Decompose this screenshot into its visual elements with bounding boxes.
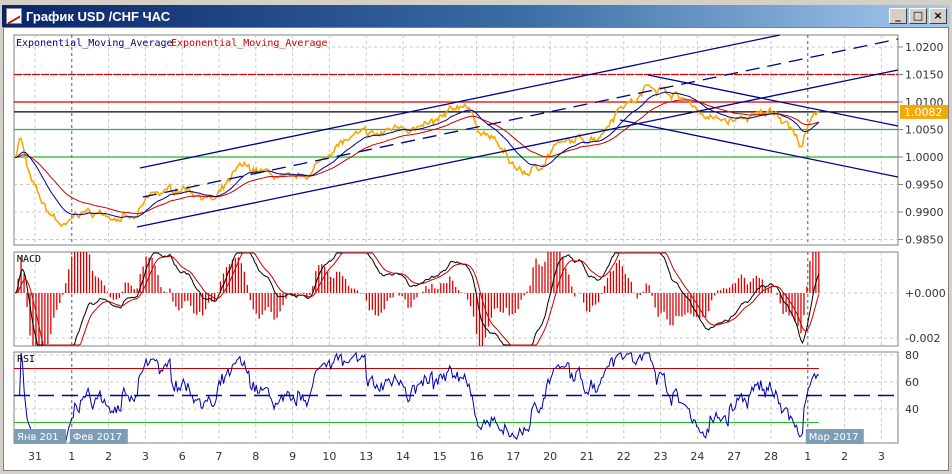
- x-axis-label: 24: [690, 450, 704, 463]
- x-axis-label: 3: [142, 450, 149, 463]
- x-axis-label: 14: [396, 450, 410, 463]
- legend-ema-slow: Exponential_Moving_Average: [171, 38, 328, 49]
- price-axis-label: 1.0050: [905, 124, 944, 137]
- price-axis-label: 0.9900: [905, 206, 944, 219]
- x-axis-label: 6: [179, 450, 186, 463]
- macd-axis-label: +0.000: [905, 287, 946, 300]
- legend-ema-fast: Exponential_Moving_Average: [16, 38, 173, 49]
- macd-label: MACD: [17, 254, 41, 265]
- price-axis-label: 1.0150: [905, 69, 944, 82]
- x-axis-label: 23: [654, 450, 668, 463]
- x-axis-label: 31: [28, 450, 42, 463]
- x-axis-label: 22: [617, 450, 631, 463]
- rsi-panel: [13, 351, 899, 444]
- current-price-label: 1.0082: [904, 106, 943, 119]
- x-axis-label: 17: [506, 450, 520, 463]
- month-tag-label: Фев 2017: [73, 432, 122, 443]
- rsi-label: RSI: [17, 354, 35, 365]
- x-axis-label: 21: [580, 450, 594, 463]
- rsi-axis-label: 80: [905, 349, 919, 362]
- x-axis-label: 2: [841, 450, 848, 463]
- price-axis-label: 1.0000: [905, 151, 944, 164]
- rsi-axis-label: 60: [905, 376, 919, 389]
- price-axis-label: 1.0200: [905, 41, 944, 54]
- x-axis-label: 15: [433, 450, 447, 463]
- macd-axis-label: -0.002: [905, 332, 940, 345]
- x-axis-label: 3: [878, 450, 885, 463]
- x-axis-label: 1: [68, 450, 75, 463]
- x-axis-label: 10: [322, 450, 336, 463]
- x-axis-label: 8: [252, 450, 259, 463]
- month-tag-label: Янв 201: [17, 432, 59, 443]
- x-axis-label: 27: [727, 450, 741, 463]
- x-axis-label: 13: [359, 450, 373, 463]
- month-tag-label: Мар 2017: [809, 432, 859, 443]
- price-axis-label: 0.9850: [905, 234, 944, 247]
- chart-layers: 31 1 2 3 6 7 8 9 10 13 14 15 16 17 20 21 22 23 24 27 28 1 2 31.…: [13, 34, 948, 463]
- x-axis-label: 16: [470, 450, 484, 463]
- rsi-axis-label: 40: [905, 403, 919, 416]
- price-axis-label: 0.9950: [905, 179, 944, 192]
- x-axis-label: 9: [289, 450, 296, 463]
- x-axis-label: 7: [216, 450, 223, 463]
- x-axis-label: 1: [804, 450, 811, 463]
- x-axis-label: 28: [764, 450, 778, 463]
- x-axis-label: 20: [543, 450, 557, 463]
- x-axis-label: 2: [105, 450, 112, 463]
- main-panel: [13, 34, 899, 246]
- chart-canvas[interactable]: 31 1 2 3 6 7 8 9 10 13 14 15 16 17 20 21 22 23 24 27 28 1 2 31.…: [0, 0, 952, 474]
